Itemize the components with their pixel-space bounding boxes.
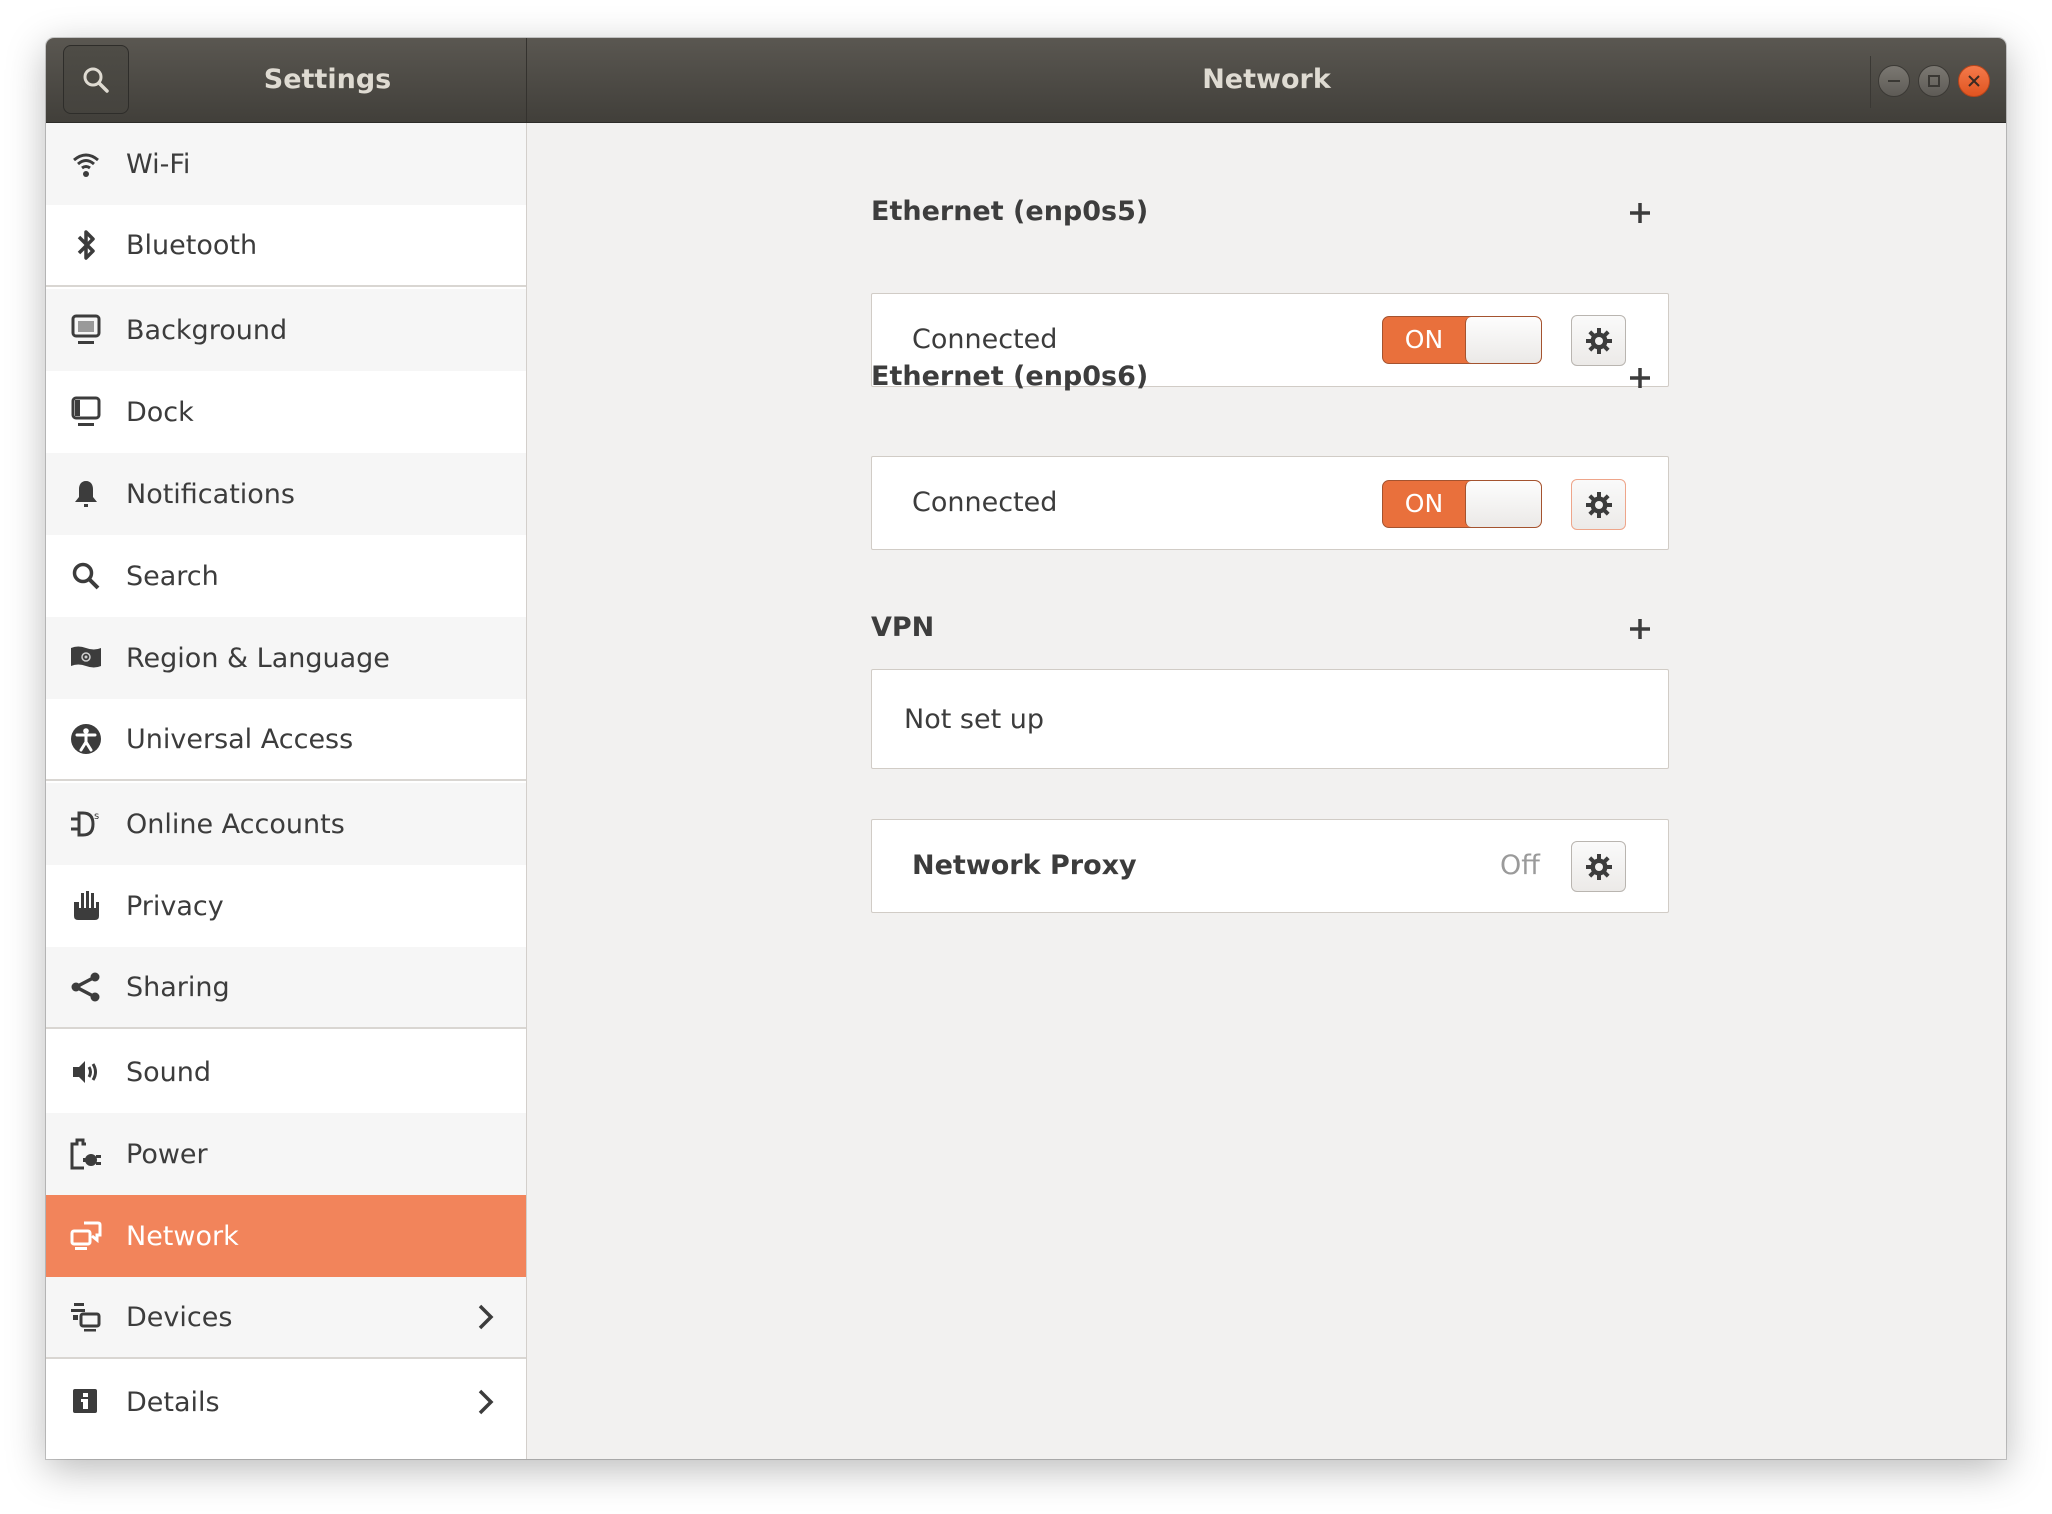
- dock-icon: [66, 392, 106, 432]
- sidebar-item-network[interactable]: Network: [46, 1195, 526, 1277]
- share-icon: [66, 967, 106, 1007]
- close-icon: [1968, 75, 1980, 87]
- search-button[interactable]: [63, 45, 129, 114]
- bluetooth-icon: [66, 225, 106, 265]
- settings-window: Settings Network Wi-Fi Bluetooth Backgro…: [46, 38, 2006, 1459]
- plus-icon: [1630, 203, 1650, 223]
- vpn-card: Not set up: [871, 669, 1669, 769]
- window-controls-separator: [1870, 56, 1871, 108]
- sidebar-item-label: Privacy: [126, 890, 224, 922]
- sidebar-item-label: Dock: [126, 396, 194, 428]
- sidebar-item-sharing[interactable]: Sharing: [46, 947, 526, 1029]
- ethernet-1-status: Connected: [912, 324, 1058, 355]
- sidebar-item-label: Bluetooth: [126, 229, 258, 261]
- vpn-status: Not set up: [904, 704, 1044, 735]
- network-proxy-card[interactable]: Network Proxy Off: [871, 819, 1669, 913]
- sidebar-item-label: Universal Access: [126, 723, 354, 755]
- add-ethernet-2-button[interactable]: [1625, 363, 1655, 393]
- gear-icon: [1585, 327, 1612, 354]
- sidebar-item-label: Region & Language: [126, 642, 390, 674]
- add-vpn-button[interactable]: [1625, 614, 1655, 644]
- background-icon: [66, 310, 106, 350]
- sidebar-item-label: Search: [126, 560, 219, 592]
- network-icon: [66, 1216, 106, 1256]
- sidebar-item-wifi[interactable]: Wi-Fi: [46, 123, 526, 205]
- sidebar-item-background[interactable]: Background: [46, 289, 526, 371]
- sidebar-item-label: Network: [126, 1220, 239, 1252]
- hand-icon: [66, 886, 106, 926]
- sidebar-item-devices[interactable]: Devices: [46, 1277, 526, 1359]
- sidebar-item-label: Sound: [126, 1056, 212, 1088]
- sidebar-item-universal-access[interactable]: Universal Access: [46, 699, 526, 781]
- online-accounts-icon: s: [66, 804, 106, 844]
- network-proxy-settings-button[interactable]: [1571, 841, 1626, 892]
- ethernet-2-settings-button[interactable]: [1571, 479, 1626, 530]
- vpn-title: VPN: [871, 612, 935, 643]
- power-plug-icon: [66, 1134, 106, 1174]
- sidebar-item-label: Details: [126, 1386, 220, 1418]
- add-ethernet-1-button[interactable]: [1625, 198, 1655, 228]
- plus-icon: [1630, 619, 1650, 639]
- sidebar-item-privacy[interactable]: Privacy: [46, 865, 526, 947]
- info-icon: [66, 1382, 106, 1422]
- switch-on-label: ON: [1404, 489, 1444, 518]
- wifi-icon: [66, 144, 106, 184]
- sidebar: Wi-Fi Bluetooth Background Dock Notifica…: [46, 123, 527, 1459]
- ethernet-1-settings-button[interactable]: [1571, 315, 1626, 366]
- devices-icon: [66, 1297, 106, 1337]
- network-proxy-status: Off: [1500, 850, 1540, 881]
- chevron-right-icon: [474, 1300, 498, 1334]
- minimize-icon: [1888, 80, 1900, 82]
- maximize-icon: [1928, 75, 1940, 87]
- search-icon: [83, 67, 109, 93]
- ethernet-2-card: Connected ON: [871, 456, 1669, 550]
- search-icon: [66, 556, 106, 596]
- sidebar-item-bluetooth[interactable]: Bluetooth: [46, 205, 526, 287]
- switch-knob: [1465, 317, 1541, 363]
- sidebar-item-label: Wi-Fi: [126, 148, 191, 180]
- ethernet-1-title: Ethernet (enp0s5): [871, 196, 1149, 227]
- sidebar-item-power[interactable]: Power: [46, 1113, 526, 1195]
- sidebar-item-label: Online Accounts: [126, 808, 345, 840]
- network-proxy-label: Network Proxy: [912, 850, 1137, 881]
- sidebar-item-label: Devices: [126, 1301, 233, 1333]
- bell-icon: [66, 474, 106, 514]
- sidebar-item-sound[interactable]: Sound: [46, 1031, 526, 1113]
- plus-icon: [1630, 368, 1650, 388]
- sidebar-item-details[interactable]: Details: [46, 1361, 526, 1443]
- minimize-button[interactable]: [1878, 65, 1910, 97]
- sidebar-item-label: Sharing: [126, 971, 230, 1003]
- close-button[interactable]: [1958, 65, 1990, 97]
- maximize-button[interactable]: [1918, 65, 1950, 97]
- sidebar-item-notifications[interactable]: Notifications: [46, 453, 526, 535]
- sidebar-item-label: Background: [126, 314, 288, 346]
- ethernet-2-switch[interactable]: ON: [1382, 480, 1542, 528]
- switch-on-label: ON: [1404, 325, 1444, 354]
- sidebar-item-search[interactable]: Search: [46, 535, 526, 617]
- sidebar-item-label: Power: [126, 1138, 208, 1170]
- sidebar-title: Settings: [263, 64, 392, 95]
- sidebar-item-region-language[interactable]: Region & Language: [46, 617, 526, 699]
- ethernet-1-switch[interactable]: ON: [1382, 316, 1542, 364]
- switch-knob: [1465, 481, 1541, 527]
- chevron-right-icon: [474, 1385, 498, 1419]
- accessibility-icon: [66, 719, 106, 759]
- gear-icon: [1585, 491, 1612, 518]
- gear-icon: [1585, 853, 1612, 880]
- panel-title: Network: [1202, 64, 1331, 95]
- ethernet-2-title: Ethernet (enp0s6): [871, 361, 1149, 392]
- sidebar-item-dock[interactable]: Dock: [46, 371, 526, 453]
- sidebar-item-label: Notifications: [126, 478, 295, 510]
- ethernet-2-status: Connected: [912, 487, 1058, 518]
- svg-text:s: s: [94, 811, 99, 822]
- title-bar: Settings Network: [46, 38, 2006, 123]
- speaker-icon: [66, 1052, 106, 1092]
- sidebar-item-online-accounts[interactable]: s Online Accounts: [46, 783, 526, 865]
- region-flag-icon: [66, 638, 106, 678]
- network-panel: Ethernet (enp0s5) Connected ON Ethernet …: [527, 123, 2006, 1459]
